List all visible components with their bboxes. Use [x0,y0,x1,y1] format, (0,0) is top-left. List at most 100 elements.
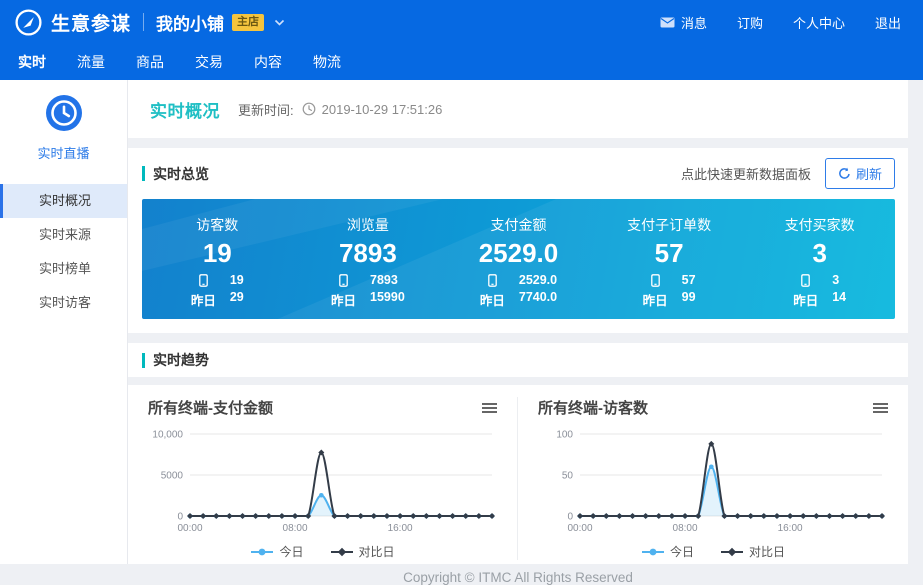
visitor-trend-chart: 05010000:0008:0016:00 [534,422,890,536]
nav-item-3[interactable]: 交易 [193,50,225,74]
sidebar-item-0[interactable]: 实时概况 [0,184,127,218]
update-timestamp: 2019-10-29 17:51:26 [322,102,443,117]
legend-marker-icon [720,547,744,557]
app-header: 生意参谋 我的小铺 主店 消息 订购 个人中心 退出 实时 流量 商品 交易 内容 物流 [0,0,923,80]
stat-yesterday-label: 昨日 [793,290,818,309]
legend-item-1[interactable]: 对比日 [330,543,395,560]
app-logo-icon [14,8,43,37]
stat-mobile-value: 7893 [370,273,398,287]
refresh-hint-link[interactable]: 点此快速更新数据面板 [681,164,811,183]
stat-label: 支付子订单数 [594,215,745,235]
legend-item-1[interactable]: 对比日 [720,543,785,560]
update-time-label: 更新时间: [238,100,294,119]
brand-divider [143,13,144,31]
stat-yesterday-label: 昨日 [643,290,668,309]
stat-breakdown: 57昨日99 [643,273,696,309]
svg-text:0: 0 [177,512,183,523]
nav-item-0[interactable]: 实时 [16,50,48,74]
refresh-button[interactable]: 刷新 [825,158,895,189]
legend-item-0[interactable]: 今日 [250,543,303,560]
nav-item-2[interactable]: 商品 [134,50,166,74]
stat-breakdown: 2529.0昨日7740.0 [480,273,557,309]
stat-mobile-value: 57 [682,273,696,287]
brand-area: 生意参谋 我的小铺 主店 [14,8,285,37]
trend-charts-card: 所有终端-支付金额0500010,00000:0008:0016:00今日对比日… [128,385,908,564]
sidebar-menu: 实时概况实时来源实时榜单实时访客 [0,184,127,320]
legend-label: 今日 [670,543,694,560]
stat-column-3: 支付子订单数5757昨日99 [594,199,745,319]
legend-marker-icon [250,547,274,557]
stat-yesterday-value: 29 [230,290,244,309]
chart-panel-1: 所有终端-访客数05010000:0008:0016:00今日对比日 [518,397,908,560]
chart-panel-0: 所有终端-支付金额0500010,00000:0008:0016:00今日对比日 [128,397,518,560]
sidebar-section-realtime-live[interactable]: 实时直播 [0,80,127,162]
svg-text:5000: 5000 [161,471,184,482]
header-link-0[interactable]: 消息 [660,13,707,32]
stat-yesterday-label: 昨日 [480,290,505,309]
content-column: 实时概况 更新时间: 2019-10-29 17:51:26 实时总览 [128,80,908,585]
stat-label: 支付金额 [443,215,594,235]
stat-yesterday-value: 7740.0 [519,290,557,309]
stat-mobile-value: 19 [230,273,244,287]
overview-section-title: 实时总览 [153,164,209,184]
chart-title: 所有终端-访客数 [538,397,648,418]
realtime-overview-card: 实时总览 点此快速更新数据面板 刷新 [128,148,908,333]
svg-text:00:00: 00:00 [567,523,592,534]
legend-marker-icon [641,547,665,557]
legend-item-0[interactable]: 今日 [641,543,694,560]
nav-item-1[interactable]: 流量 [75,50,107,74]
stat-breakdown: 7893昨日15990 [331,273,405,309]
mobile-icon [339,273,348,287]
header-link-1[interactable]: 订购 [737,13,763,32]
clock-icon [302,102,316,116]
stat-yesterday-label: 昨日 [191,290,216,309]
realtime-trend-header-card: 实时趋势 [128,343,908,377]
trend-section-title: 实时趋势 [153,350,209,370]
stat-yesterday-value: 14 [832,290,846,309]
mobile-icon [488,273,497,287]
section-accent-bar [142,166,145,181]
stat-breakdown: 19 昨日 29 [191,273,244,309]
header-link-2[interactable]: 个人中心 [793,13,845,32]
header-link-label: 消息 [681,13,707,32]
stat-breakdown: 3昨日14 [793,273,846,309]
chart-title: 所有终端-支付金额 [148,397,273,418]
stat-value: 2529.0 [443,238,594,268]
chart-menu-icon[interactable] [871,401,890,415]
sidebar-item-2[interactable]: 实时榜单 [0,252,127,286]
stat-yesterday-label: 昨日 [331,290,356,309]
stat-column-4: 支付买家数33昨日14 [744,199,895,319]
shop-badge: 主店 [232,14,264,31]
stat-column-2: 支付金额2529.02529.0昨日7740.0 [443,199,594,319]
shop-name[interactable]: 我的小铺 [156,10,224,35]
stat-value: 3 [744,238,895,268]
legend-label: 今日 [279,543,303,560]
header-link-3[interactable]: 退出 [875,13,901,32]
header-link-label: 订购 [737,13,763,32]
mobile-icon [651,273,660,287]
nav-item-5[interactable]: 物流 [311,50,343,74]
copyright-text: Copyright © ITMC All Rights Reserved [128,570,908,585]
stat-column-1: 浏览量78937893昨日15990 [293,199,444,319]
svg-text:08:00: 08:00 [673,523,698,534]
sidebar-item-3[interactable]: 实时访客 [0,286,127,320]
mail-icon [660,17,675,28]
stats-banner: 访客数1919昨日29浏览量78937893昨日15990支付金额2529.02… [142,199,895,319]
stat-value: 19 [142,238,293,268]
svg-text:50: 50 [562,471,574,482]
sidebar-item-1[interactable]: 实时来源 [0,218,127,252]
header-link-label: 个人中心 [793,13,845,32]
svg-text:16:00: 16:00 [778,523,803,534]
header-right-links: 消息 订购 个人中心 退出 [660,13,901,32]
page-title: 实时概况 [150,97,220,122]
stat-value: 57 [594,238,745,268]
chevron-down-icon[interactable] [274,19,285,26]
legend-label: 对比日 [359,543,395,560]
nav-item-4[interactable]: 内容 [252,50,284,74]
stat-label: 浏览量 [293,215,444,235]
svg-text:00:00: 00:00 [177,523,202,534]
chart-menu-icon[interactable] [480,401,499,415]
header-top-row: 生意参谋 我的小铺 主店 消息 订购 个人中心 退出 [0,0,923,44]
payment-trend-chart: 0500010,00000:0008:0016:00 [144,422,500,536]
stat-value: 7893 [293,238,444,268]
